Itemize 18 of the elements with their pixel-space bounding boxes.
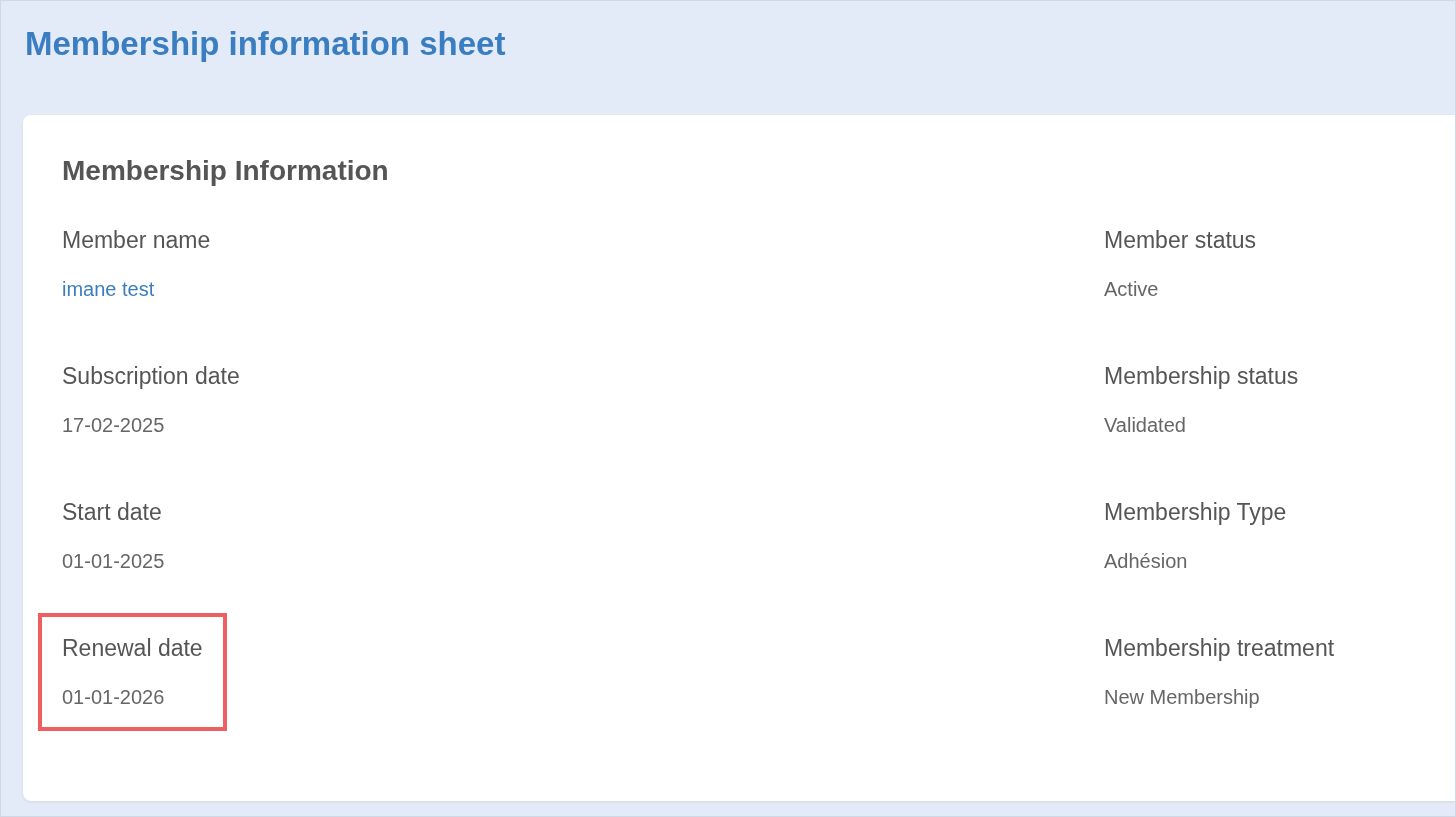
field-value: Active (1104, 278, 1159, 301)
card-title: Membership Information (62, 155, 389, 187)
field-value: Validated (1104, 414, 1186, 437)
page-title: Membership information sheet (24, 24, 507, 64)
field-value: 01-01-2025 (62, 550, 165, 573)
field-value: 01-01-2026 (62, 686, 165, 709)
field-label: Member name (62, 227, 211, 254)
field-label: Membership Type (1104, 499, 1287, 526)
field-label: Subscription date (62, 363, 240, 390)
field-label: Renewal date (62, 635, 203, 662)
field-label: Start date (62, 499, 162, 526)
member-link[interactable]: imane test (62, 278, 155, 301)
field-label: Membership status (1104, 363, 1299, 390)
field-value: Adhésion (1104, 550, 1188, 573)
field-label: Membership treatment (1104, 635, 1335, 662)
field-value: New Membership (1104, 686, 1260, 709)
field-value: 17-02-2025 (62, 414, 165, 437)
field-label: Member status (1104, 227, 1257, 254)
